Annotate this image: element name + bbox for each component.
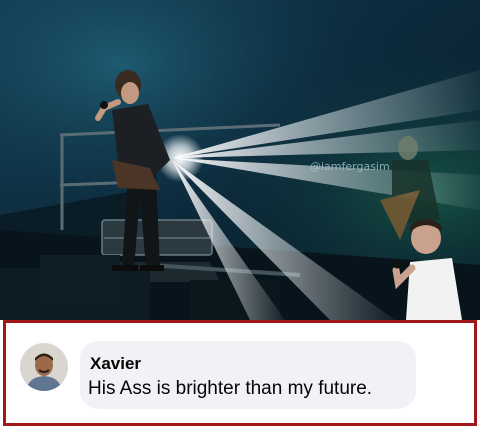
avatar[interactable] bbox=[20, 343, 68, 391]
concert-photo: @iamfergasim bbox=[0, 0, 480, 320]
comment-card: Xavier His Ass is brighter than my futur… bbox=[3, 320, 477, 426]
comment-text: His Ass is brighter than my future. bbox=[88, 378, 373, 399]
photo-watermark: @iamfergasim bbox=[310, 160, 390, 173]
avatar-portrait-icon bbox=[20, 343, 68, 391]
comment-bubble: Xavier His Ass is brighter than my futur… bbox=[80, 341, 416, 409]
commenter-name[interactable]: Xavier bbox=[90, 354, 141, 374]
meme-frame: @iamfergasim Xavier His Ass is brighter … bbox=[0, 0, 480, 429]
